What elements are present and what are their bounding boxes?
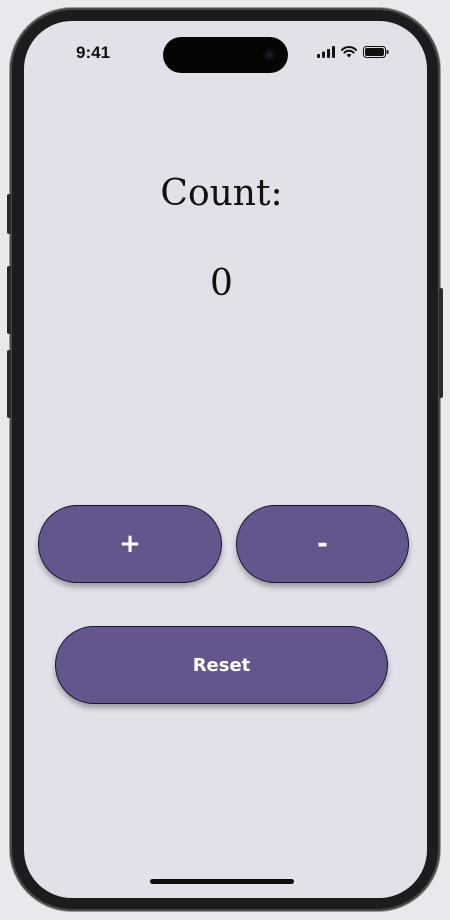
count-label: Count: <box>160 173 283 214</box>
app-screen: 9:41 Count: 0 + - Reset <box>24 21 427 898</box>
status-icons <box>317 46 389 58</box>
home-indicator[interactable] <box>150 879 294 884</box>
increment-label: + <box>119 529 141 559</box>
status-time: 9:41 <box>76 43 111 62</box>
dynamic-island <box>163 37 288 73</box>
volume-up-button <box>7 266 11 334</box>
action-button <box>7 194 11 234</box>
reset-button[interactable]: Reset <box>55 626 388 704</box>
power-button <box>439 288 443 398</box>
volume-down-button <box>7 350 11 418</box>
wifi-icon <box>341 46 357 58</box>
increment-button[interactable]: + <box>38 505 222 583</box>
decrement-button[interactable]: - <box>236 505 409 583</box>
reset-label: Reset <box>192 654 251 676</box>
decrement-label: - <box>317 529 328 559</box>
front-camera-icon <box>263 48 276 61</box>
count-value: 0 <box>210 263 233 304</box>
cellular-signal-icon <box>317 46 335 58</box>
battery-icon <box>363 46 389 58</box>
